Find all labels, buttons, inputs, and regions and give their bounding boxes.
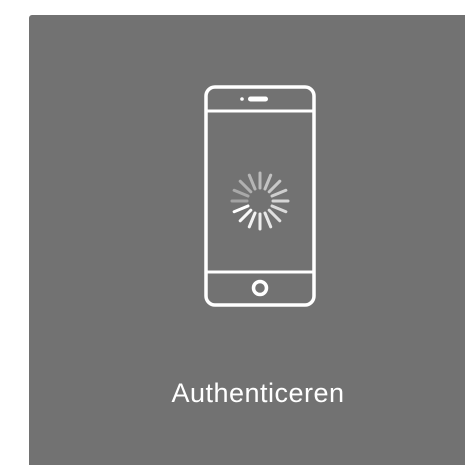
spinner-spoke (267, 208, 282, 223)
spinner-spoke (232, 188, 250, 198)
spinner-spoke (263, 211, 273, 229)
loading-spinner-icon (230, 171, 290, 231)
spinner-spoke (238, 208, 253, 223)
spinner-spoke (267, 179, 282, 194)
spinner-spoke (247, 211, 257, 229)
spinner-spoke (238, 179, 253, 194)
phone-loading-icon (204, 85, 316, 307)
spinner-spoke (232, 204, 250, 214)
phone-speaker (248, 96, 268, 102)
spinner-spoke (270, 204, 288, 214)
spinner-spoke (270, 188, 288, 198)
phone-camera-dot (240, 97, 244, 101)
authenticate-label: Authenticeren (171, 378, 345, 408)
spinner-spoke (247, 173, 257, 191)
authenticate-card[interactable]: Authenticeren (29, 15, 465, 465)
spinner-spoke (263, 173, 273, 191)
phone-home-button (251, 279, 269, 297)
